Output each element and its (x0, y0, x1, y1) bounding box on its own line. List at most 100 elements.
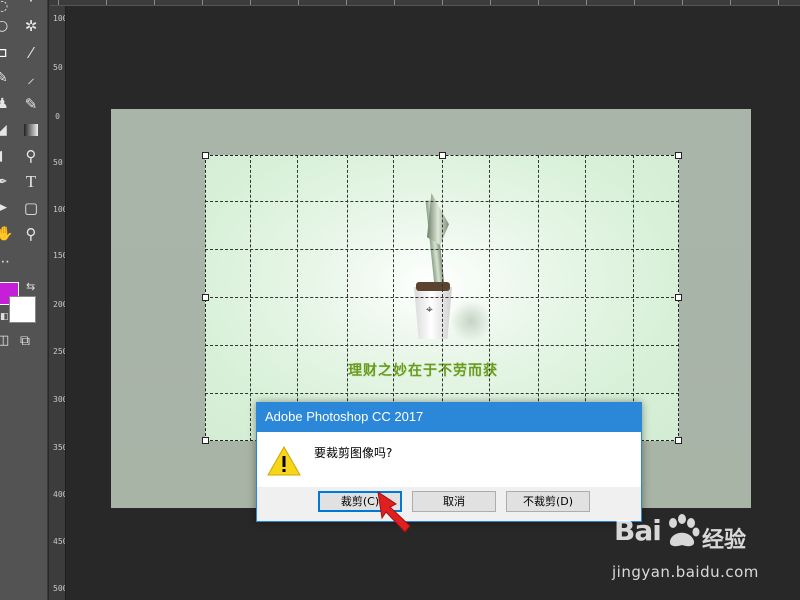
magic-wand-icon: ✲ (24, 17, 38, 35)
dialog-titlebar[interactable]: Adobe Photoshop CC 2017 (257, 403, 641, 432)
blur-tool-button[interactable]: ◖ ⚲ (0, 144, 48, 170)
healing-brush-tool-button[interactable]: ✎ ⸝ (0, 66, 48, 92)
crop-grid-line (347, 155, 348, 441)
eyedropper-icon: ⁄ (29, 44, 33, 62)
crop-grid-line (489, 155, 490, 441)
ruler-left-label: 100 (53, 205, 65, 214)
crop-handle-left[interactable] (202, 294, 209, 301)
crop-grid-line (297, 155, 298, 441)
gradient-icon (24, 124, 38, 136)
zoom-icon: ⚲ (25, 225, 37, 243)
ruler-tick (778, 0, 779, 5)
ruler-tick (682, 0, 683, 5)
pen-tool-button[interactable]: ✒ T (0, 170, 48, 196)
ruler-tick (730, 0, 731, 5)
background-color-swatch[interactable] (9, 296, 36, 323)
crop-handle-top[interactable] (439, 152, 446, 159)
crop-grid-line (538, 155, 539, 441)
ruler-tick (106, 0, 107, 5)
ruler-tick (634, 0, 635, 5)
photoshop-workspace: ◌ · ○ ✲ ⊐ ⁄ ✎ ⸝ ♟ ✎ ◢ ◖ ⚲ ✒ T (0, 0, 800, 600)
rectangle-icon: ▢ (23, 199, 39, 217)
ruler-left-label: 0 (55, 112, 60, 121)
crop-tool-button[interactable]: ⊐ ⁄ (0, 41, 48, 67)
crop-grid-line (205, 201, 679, 202)
type-icon: T (25, 172, 37, 191)
image-tagline: 理财之妙在于不劳而获 (348, 363, 498, 379)
ruler-left-label: 300 (53, 395, 65, 404)
ruler-tick (250, 0, 251, 5)
pen-icon: ✒ (0, 174, 8, 190)
path-selection-icon: ➤ (0, 200, 8, 216)
screen-mode-icon[interactable]: ⧉ (20, 333, 30, 349)
eraser-tool-button[interactable]: ◢ (0, 118, 48, 144)
quick-mask-icon[interactable]: ◫ (0, 333, 9, 348)
ruler-tick (154, 0, 155, 5)
crop-grid-line (205, 249, 679, 250)
horizontal-ruler (50, 0, 800, 6)
default-colors-icon[interactable]: ◧ (0, 312, 9, 322)
ruler-tick (538, 0, 539, 5)
red-arrow-annotation (377, 490, 411, 533)
swap-colors-icon[interactable]: ⇆ (26, 280, 35, 293)
crop-grid-line (585, 155, 586, 441)
path-selection-tool-button[interactable]: ➤ ▢ (0, 196, 48, 222)
crop-grid-line (250, 155, 251, 441)
crop-handle-top-left[interactable] (202, 152, 209, 159)
crop-handle-top-right[interactable] (675, 152, 682, 159)
ruler-left-label: 350 (53, 443, 65, 452)
ruler-left-label: 400 (53, 490, 65, 499)
lasso-icon: ◌ (0, 0, 9, 14)
ruler-tick (394, 0, 395, 5)
ruler-tick (442, 0, 443, 5)
more-icon: ⋯ (0, 254, 10, 270)
tools-panel: ◌ · ○ ✲ ⊐ ⁄ ✎ ⸝ ♟ ✎ ◢ ◖ ⚲ ✒ T (0, 0, 48, 600)
baidu-watermark-text: Bai (614, 514, 662, 547)
dialog-title: Adobe Photoshop CC 2017 (265, 409, 424, 424)
baidu-paw-icon (669, 514, 700, 547)
cancel-button[interactable]: 取消 (412, 491, 496, 512)
hand-icon: ✋ (0, 226, 14, 242)
ruler-left-label: 50 (53, 63, 63, 72)
quick-selection-tool-button[interactable]: ○ ✲ (0, 14, 48, 40)
ruler-left-label: 500 (53, 584, 65, 593)
ruler-tick (298, 0, 299, 5)
more-tools-button[interactable]: ⋯ (0, 250, 48, 276)
crop-grid-line (393, 155, 394, 441)
eraser-icon: ◢ (0, 122, 7, 138)
ruler-left-label: 450 (53, 537, 65, 546)
ruler-left-label: 50 (53, 158, 63, 167)
healing-icon: ✎ (0, 70, 8, 86)
warning-icon (267, 446, 301, 476)
blur-icon: ◖ (0, 147, 8, 165)
lasso-small-icon: ○ (0, 18, 9, 34)
pot-shadow (450, 300, 492, 342)
stamp-icon: ♟ (0, 96, 9, 112)
dont-crop-button[interactable]: 不裁剪(D) (506, 491, 590, 512)
crop-grid-line (205, 297, 679, 298)
hand-tool-button[interactable]: ✋ ⚲ (0, 222, 48, 248)
ruler-left-label: 150 (53, 251, 65, 260)
crop-grid-line (442, 155, 443, 441)
crop-handle-bottom-left[interactable] (202, 437, 209, 444)
crop-grid-line (633, 155, 634, 441)
pot-soil (416, 282, 450, 291)
ruler-left-label: 200 (53, 300, 65, 309)
dialog-message: 要裁剪图像吗? (314, 446, 393, 460)
history-brush-icon: ✎ (24, 95, 38, 113)
brush-icon: ⸝ (27, 69, 35, 87)
clone-stamp-tool-button[interactable]: ♟ ✎ (0, 92, 48, 118)
crop-grid-line (205, 345, 679, 346)
crop-handle-right[interactable] (675, 294, 682, 301)
ruler-tick (490, 0, 491, 5)
watermark-url: jingyan.baidu.com (612, 563, 759, 581)
vertical-ruler: 100 50 0 50 100 150 200 250 300 350 400 … (49, 0, 66, 600)
baidu-jingyan-text: 经验 (702, 528, 747, 553)
crop-center-crosshair-icon: ⌖ (426, 302, 433, 316)
dialog-body: 要裁剪图像吗? (257, 432, 641, 487)
ruler-tick (58, 0, 59, 5)
crop-handle-bottom-right[interactable] (675, 437, 682, 444)
dodge-icon: ⚲ (25, 147, 37, 165)
ruler-tick (586, 0, 587, 5)
crop-icon: ⊐ (0, 45, 8, 61)
